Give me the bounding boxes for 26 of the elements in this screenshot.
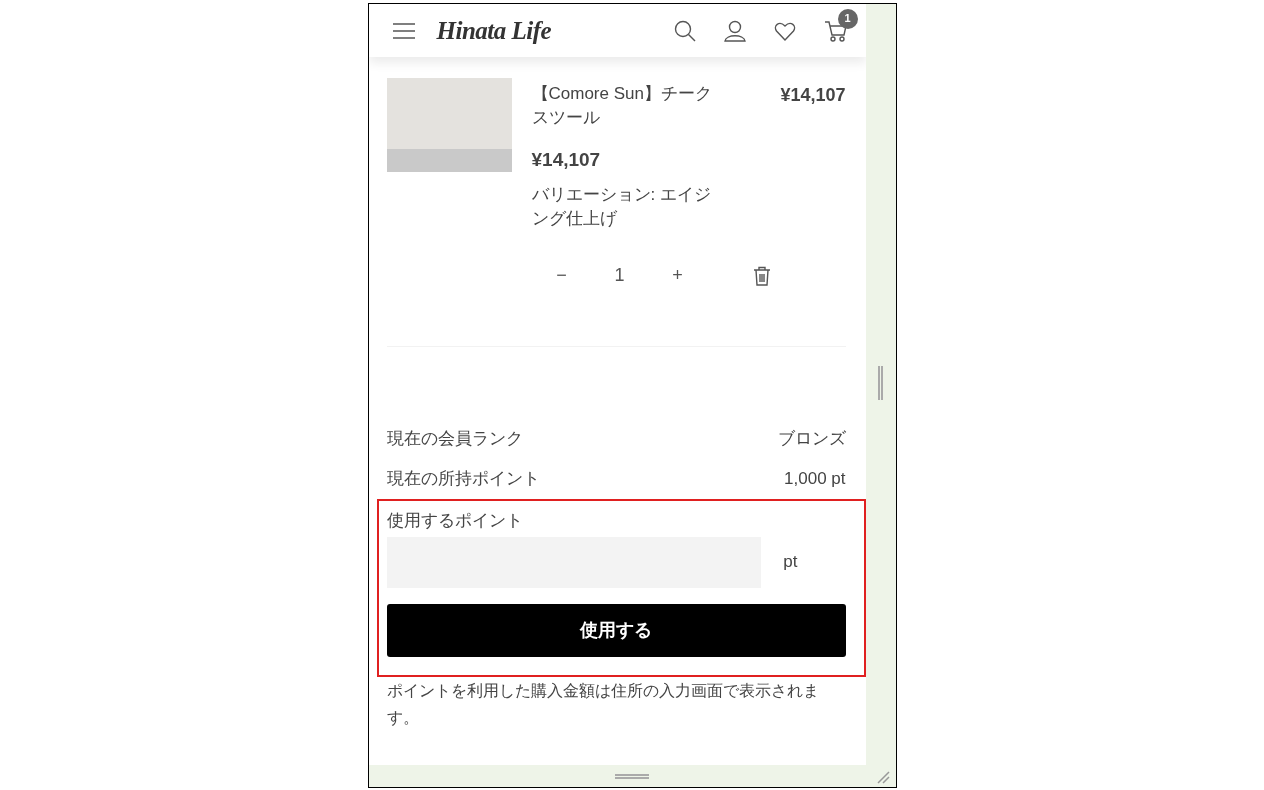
unit-label: pt [783,551,798,574]
product-price: ¥14,107 [531,148,602,172]
quantity-value: 1 [613,264,626,287]
use-points-button[interactable]: 使用する [386,603,846,657]
line-total: ¥14,107 [780,84,846,107]
user-icon[interactable] [723,19,746,42]
resize-grip[interactable] [615,773,649,779]
increase-button[interactable]: + [662,262,693,289]
points-label: 使用するポイント [386,509,524,532]
heart-icon[interactable] [773,20,796,41]
row-value: 1,000 pt [784,467,846,490]
trash-icon[interactable] [752,265,771,286]
variation-text: バリエーション: エイジング仕上げ [531,183,712,230]
logo[interactable]: Hinata Life [436,11,552,50]
cart-icon[interactable] [823,20,848,43]
resize-grip[interactable] [878,366,883,400]
row-value: ブロンズ [777,427,846,450]
search-icon[interactable] [673,19,696,42]
cart-count-badge: 1 [837,8,858,29]
row-label: 現在の所持ポイント [386,467,540,490]
product-title[interactable]: 【Comore Sun】チークスツール [531,82,722,130]
menu-icon[interactable] [392,22,415,39]
resize-handle-icon[interactable] [875,770,890,784]
row-label: 現在の会員ランク [386,427,523,450]
decrease-button[interactable]: − [546,262,577,289]
notice-text: ポイントを利用した購入金額は住所の入力画面で表示されます。 [386,680,820,728]
